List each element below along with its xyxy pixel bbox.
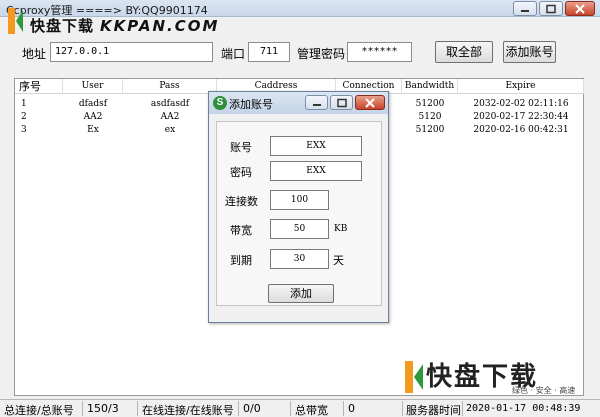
dialog-maximize-button[interactable]	[330, 95, 353, 110]
password-label: 管理密码	[297, 47, 346, 61]
cell-index: 3	[21, 125, 27, 135]
cell-bandwidth: 5120	[418, 112, 442, 122]
maximize-button[interactable]	[539, 1, 563, 16]
status-divider	[402, 401, 403, 416]
column-header-expire[interactable]: Expire	[458, 79, 584, 94]
connections-label: 连接数	[225, 195, 258, 208]
logo-text: 快盘下载 KKPAN.COM	[30, 15, 219, 36]
logo-en: KKPAN.COM	[100, 17, 220, 35]
cell-pass: AA2	[160, 112, 180, 122]
cell-expire: 2032-02-02 02:11:16	[473, 99, 569, 109]
password-input[interactable]: ******	[347, 42, 412, 62]
status-divider	[82, 401, 83, 416]
status-divider	[462, 401, 463, 416]
add-account-button[interactable]: 添加账号	[503, 41, 556, 63]
dialog-form: 账号 EXX 密码 EXX 连接数 100 带宽 50 KB 到期 30 天 添…	[216, 121, 382, 306]
maximize-icon	[336, 98, 347, 107]
status-time-value: 2020-01-17 00:48:39	[466, 403, 581, 414]
add-account-dialog[interactable]: S 添加账号 账号 EXX 密码 EXX 连接数 100 带宽 50 KB 到期…	[208, 91, 389, 323]
port-input[interactable]: 711	[248, 42, 290, 62]
cell-bandwidth: 51200	[415, 99, 445, 109]
dialog-minimize-button[interactable]	[305, 95, 328, 110]
logo-cn: 快盘下载	[30, 17, 95, 35]
column-header-user[interactable]: User	[63, 79, 123, 94]
status-bandwidth-value: 0	[348, 402, 355, 415]
password-label: 密码	[230, 166, 252, 179]
minimize-icon	[521, 9, 529, 12]
cell-pass: ex	[164, 125, 176, 135]
kkpan-logo-icon	[8, 8, 23, 34]
status-time-label: 服务器时间	[406, 404, 461, 417]
dialog-title-bar[interactable]: S 添加账号	[209, 92, 388, 114]
status-conn-value: 150/3	[87, 402, 119, 415]
minimize-icon	[312, 103, 321, 106]
cell-user: dfadsf	[78, 99, 108, 109]
close-icon	[365, 97, 375, 108]
add-button[interactable]: 添加	[268, 284, 334, 303]
status-conn-label: 总连接/总账号	[4, 404, 74, 417]
status-divider	[238, 401, 239, 416]
app-icon: S	[213, 96, 227, 110]
minimize-button[interactable]	[513, 1, 537, 16]
connections-input[interactable]: 100	[270, 190, 329, 210]
cell-bandwidth: 51200	[415, 125, 445, 135]
status-online-label: 在线连接/在线账号	[142, 404, 234, 417]
close-icon	[575, 3, 585, 14]
address-input[interactable]: 127.0.0.1	[50, 42, 213, 62]
dialog-close-button[interactable]	[355, 95, 385, 110]
column-header-index[interactable]: 序号	[15, 79, 63, 94]
dialog-title: 添加账号	[229, 98, 273, 111]
port-label: 端口	[221, 47, 246, 61]
watermark-sub: 绿色 · 安全 · 高速	[512, 386, 576, 395]
watermark-logo-icon	[405, 361, 423, 393]
address-label: 地址	[22, 47, 47, 61]
bandwidth-label: 带宽	[230, 224, 252, 237]
expire-label: 到期	[230, 254, 252, 267]
watermark: 快盘下载 绿色 · 安全 · 高速	[404, 356, 594, 396]
column-header-pass[interactable]: Pass	[123, 79, 217, 94]
bandwidth-unit: KB	[334, 224, 348, 234]
account-label: 账号	[230, 141, 252, 154]
fetch-all-button[interactable]: 取全部	[435, 41, 493, 63]
status-divider	[290, 401, 291, 416]
cell-user: Ex	[87, 125, 99, 135]
column-header-bandwidth[interactable]: Bandwidth	[402, 79, 458, 94]
expire-input[interactable]: 30	[270, 249, 329, 269]
cell-user: AA2	[83, 112, 103, 122]
cell-index: 2	[21, 112, 27, 122]
status-divider	[137, 401, 138, 416]
maximize-icon	[546, 4, 556, 13]
status-online-value: 0/0	[243, 402, 261, 415]
expire-unit: 天	[333, 254, 344, 267]
account-input[interactable]: EXX	[270, 136, 362, 156]
status-bar: 总连接/总账号 150/3 在线连接/在线账号 0/0 总带宽 0 服务器时间 …	[0, 399, 600, 417]
close-button[interactable]	[565, 1, 595, 16]
password-input[interactable]: EXX	[270, 161, 362, 181]
status-divider	[343, 401, 344, 416]
cell-expire: 2020-02-17 22:30:44	[473, 112, 569, 122]
status-bandwidth-label: 总带宽	[295, 404, 328, 417]
cell-pass: asdfasdf	[150, 99, 190, 109]
cell-expire: 2020-02-16 00:42:31	[473, 125, 569, 135]
cell-index: 1	[21, 99, 27, 109]
bandwidth-input[interactable]: 50	[270, 219, 329, 239]
